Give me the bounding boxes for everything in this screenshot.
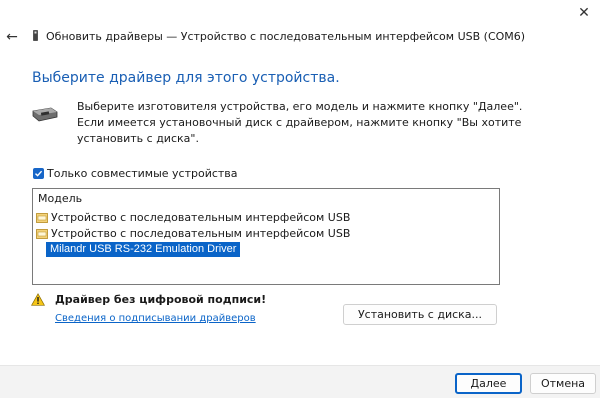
back-arrow-icon: ← (6, 29, 18, 45)
driver-signing-info-link[interactable]: Сведения о подписывании драйверов (55, 312, 256, 326)
warning-icon (31, 293, 45, 306)
list-item[interactable]: Устройство с последовательным интерфейсо… (36, 226, 350, 241)
unsigned-driver-warning: Драйвер без цифровой подписи! (55, 293, 267, 306)
list-item-label: Устройство с последовательным интерфейсо… (51, 211, 351, 224)
model-list[interactable]: Модель Устройство с последовательным инт… (32, 188, 500, 285)
driver-package-icon (36, 212, 48, 223)
next-button[interactable]: Далее (455, 373, 522, 394)
list-item-label: Milandr USB RS-232 Emulation Driver (46, 242, 241, 257)
cancel-button[interactable]: Отмена (530, 373, 596, 394)
compatible-only-checkbox[interactable] (33, 168, 44, 179)
page-heading: Выберите драйвер для этого устройства. (32, 70, 340, 86)
model-list-header: Модель (38, 192, 83, 205)
close-icon: ✕ (578, 5, 590, 21)
install-from-disk-button[interactable]: Установить с диска... (343, 304, 497, 325)
back-button[interactable]: ← (4, 29, 20, 45)
compatible-only-label[interactable]: Только совместимые устройства (47, 167, 238, 181)
window-title: Обновить драйверы — Устройство с последо… (46, 30, 526, 43)
checkmark-icon (35, 170, 43, 177)
list-item-selected[interactable]: Milandr USB RS-232 Emulation Driver (46, 242, 241, 257)
instructions-text: Выберите изготовителя устройства, его мо… (77, 100, 523, 145)
close-button[interactable]: ✕ (568, 0, 600, 26)
list-item-label: Устройство с последовательным интерфейсо… (51, 227, 351, 240)
list-item[interactable]: Устройство с последовательным интерфейсо… (36, 210, 350, 225)
serial-port-device-icon (32, 107, 58, 122)
driver-package-icon (36, 228, 48, 239)
usb-device-icon (33, 30, 38, 41)
